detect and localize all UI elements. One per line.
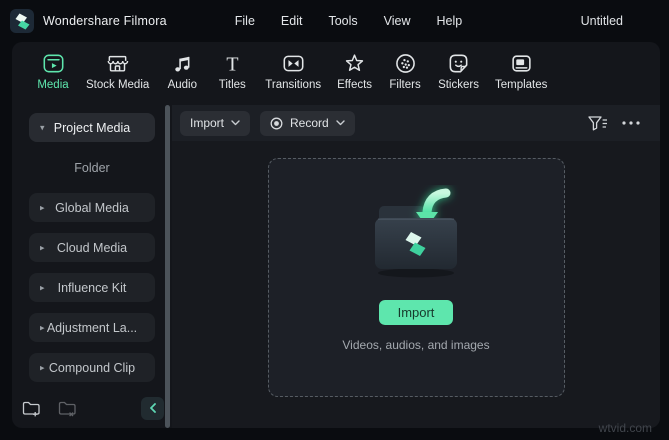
menu-file[interactable]: File xyxy=(233,10,257,32)
sidebar: ▾ Project Media Folder ▸ Global Media ▸ … xyxy=(12,105,172,428)
chevron-down-icon xyxy=(231,120,240,126)
effects-icon xyxy=(345,54,364,72)
record-dropdown-label: Record xyxy=(290,116,329,130)
delete-folder-icon xyxy=(58,401,76,416)
import-button[interactable]: Import xyxy=(379,300,453,325)
tab-effects[interactable]: Effects xyxy=(337,52,372,91)
sidebar-item-folder[interactable]: Folder xyxy=(29,153,155,182)
record-dropdown[interactable]: Record xyxy=(260,110,355,136)
tab-stock-media[interactable]: Stock Media xyxy=(86,52,149,91)
tab-label: Filters xyxy=(389,79,421,91)
delete-folder-button[interactable] xyxy=(58,400,78,417)
audio-icon xyxy=(175,56,190,72)
caret-down-icon: ▾ xyxy=(40,122,45,132)
filter-button[interactable] xyxy=(588,115,608,131)
sidebar-item-project-media[interactable]: ▾ Project Media xyxy=(29,113,155,142)
app-name: Wondershare Filmora xyxy=(43,14,167,28)
menu-tools[interactable]: Tools xyxy=(326,10,359,32)
stock-media-icon xyxy=(107,55,129,72)
sidebar-item-compound-clip[interactable]: ▸ Compound Clip xyxy=(29,353,155,382)
new-folder-button[interactable] xyxy=(22,400,42,417)
tab-titles[interactable]: T Titles xyxy=(215,52,249,91)
media-toolbar: Import Record xyxy=(172,105,660,141)
tab-audio[interactable]: Audio xyxy=(165,52,199,91)
import-dropdown-label: Import xyxy=(190,116,225,130)
media-icon xyxy=(43,54,63,73)
sidebar-footer xyxy=(12,394,164,422)
sidebar-item-label: Adjustment La... xyxy=(46,320,138,335)
caret-right-icon: ▸ xyxy=(40,282,45,292)
sidebar-item-label: Cloud Media xyxy=(56,240,128,255)
sidebar-item-label: Compound Clip xyxy=(48,360,136,375)
sidebar-scrollbar[interactable] xyxy=(165,105,170,428)
sidebar-item-influence-kit[interactable]: ▸ Influence Kit xyxy=(29,273,155,302)
templates-icon xyxy=(512,55,531,72)
media-content: Import Record Import Videos, audios, and… xyxy=(172,105,660,428)
tab-label: Stock Media xyxy=(86,79,150,91)
stickers-icon xyxy=(449,54,468,73)
caret-right-icon: ▸ xyxy=(40,362,45,372)
tab-label: Media xyxy=(37,79,69,91)
sidebar-item-global-media[interactable]: ▸ Global Media xyxy=(29,193,155,222)
tab-label: Effects xyxy=(337,79,373,91)
sidebar-item-adjustment-layer[interactable]: ▸ Adjustment La... xyxy=(29,313,155,342)
tab-bar: Media Stock Media Audio T Titles Transit… xyxy=(12,42,660,105)
more-options-button[interactable] xyxy=(622,121,640,125)
filters-icon xyxy=(395,54,415,73)
sidebar-item-label: Global Media xyxy=(55,200,129,215)
import-folder-illustration xyxy=(354,185,478,294)
chevron-down-icon xyxy=(336,120,345,126)
tab-transitions[interactable]: Transitions xyxy=(265,52,321,91)
collapse-sidebar-button[interactable] xyxy=(141,396,164,420)
toolbar-right-icons xyxy=(588,115,640,131)
ellipsis-icon xyxy=(622,121,640,125)
new-folder-icon xyxy=(22,401,40,416)
tab-label: Transitions xyxy=(265,79,322,91)
window-title: Untitled xyxy=(580,14,623,28)
media-stage: Import Videos, audios, and images xyxy=(172,141,660,428)
menu-items: File Edit Tools View Help xyxy=(233,10,464,32)
caret-right-icon: ▸ xyxy=(40,242,45,252)
titles-icon: T xyxy=(226,53,238,75)
main-panel: Media Stock Media Audio T Titles Transit… xyxy=(12,42,660,428)
tab-label: Stickers xyxy=(438,79,479,91)
tab-label: Templates xyxy=(494,79,548,91)
caret-right-icon: ▸ xyxy=(40,202,45,212)
menu-view[interactable]: View xyxy=(382,10,413,32)
sidebar-item-cloud-media[interactable]: ▸ Cloud Media xyxy=(29,233,155,262)
sidebar-item-label: Project Media xyxy=(53,120,131,135)
record-icon xyxy=(270,117,283,129)
menu-edit[interactable]: Edit xyxy=(279,10,305,32)
menu-bar: Wondershare Filmora File Edit Tools View… xyxy=(0,0,669,42)
filter-icon xyxy=(588,115,607,130)
sidebar-item-label: Influence Kit xyxy=(57,280,127,295)
import-dropzone[interactable]: Import Videos, audios, and images xyxy=(267,158,565,397)
filmora-diamond-icon xyxy=(15,13,29,29)
sidebar-list: ▾ Project Media Folder ▸ Global Media ▸ … xyxy=(12,105,172,382)
svg-text:T: T xyxy=(226,53,238,75)
transitions-icon xyxy=(283,55,304,72)
tab-filters[interactable]: Filters xyxy=(388,52,422,91)
tab-label: Titles xyxy=(218,79,246,91)
import-dropdown[interactable]: Import xyxy=(180,110,251,136)
menu-help[interactable]: Help xyxy=(435,10,465,32)
dropzone-caption: Videos, audios, and images xyxy=(342,338,490,352)
tab-media[interactable]: Media xyxy=(36,52,70,91)
chevron-left-icon xyxy=(149,403,156,413)
tab-label: Audio xyxy=(167,79,197,91)
import-folder-with-arrow-icon xyxy=(375,188,457,278)
caret-right-icon: ▸ xyxy=(40,322,45,332)
tab-templates[interactable]: Templates xyxy=(495,52,547,91)
tab-stickers[interactable]: Stickers xyxy=(438,52,479,91)
sidebar-item-label: Folder xyxy=(74,160,110,175)
app-logo[interactable] xyxy=(10,9,34,33)
